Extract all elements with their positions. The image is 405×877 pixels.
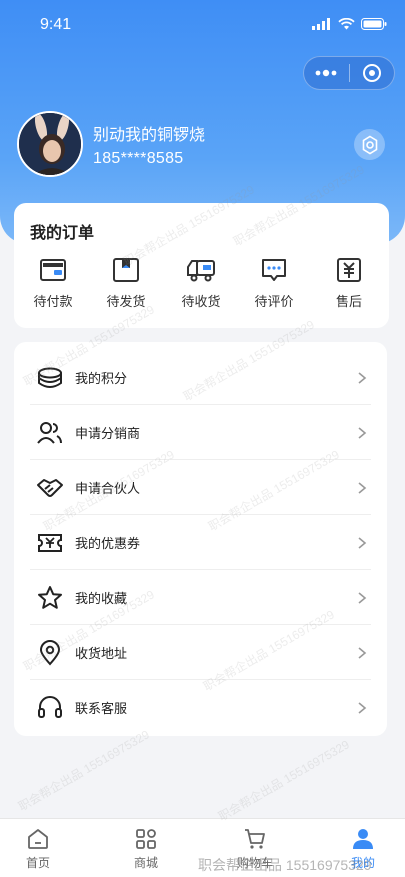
status-bar: 9:41	[0, 0, 405, 52]
tab-cart[interactable]: 购物车	[225, 827, 285, 871]
order-item-label: 待收货	[181, 294, 221, 309]
chevron-right-icon	[358, 371, 367, 384]
order-item-label: 待发货	[106, 294, 146, 309]
orders-card: 我的订单 待付款 待发货 待收货 待评价 售后	[14, 203, 389, 328]
after-sale-icon	[337, 258, 361, 282]
order-pending-receipt[interactable]: 待收货	[171, 257, 231, 310]
star-icon	[36, 584, 64, 612]
comment-icon	[262, 259, 286, 281]
order-after-sale[interactable]: 售后	[319, 257, 379, 310]
menu-item-label: 联系客服	[75, 701, 128, 716]
menu-item-distributor[interactable]: 申请分销商	[14, 405, 387, 460]
wallet-icon	[40, 259, 66, 281]
order-item-label: 售后	[335, 294, 362, 309]
settings-button[interactable]	[354, 129, 385, 160]
menu-item-label: 申请分销商	[75, 426, 141, 441]
order-pending-shipment[interactable]: 待发货	[96, 257, 156, 310]
menu-item-label: 收货地址	[75, 646, 128, 661]
user-icon	[353, 829, 373, 849]
tab-label: 商城	[133, 856, 158, 870]
chevron-right-icon	[358, 646, 367, 659]
tab-mine[interactable]: 我的	[333, 827, 393, 871]
target-close-icon	[362, 64, 381, 82]
tab-label: 我的	[350, 856, 375, 870]
bottom-tab-bar: 首页 商城 购物车 我的	[0, 818, 405, 877]
location-icon	[36, 639, 64, 667]
order-item-label: 待评价	[254, 294, 294, 309]
tab-label: 首页	[25, 856, 50, 870]
settings-gear-icon	[362, 135, 377, 154]
handshake-icon	[36, 474, 64, 502]
order-pending-payment[interactable]: 待付款	[23, 257, 83, 310]
grid-icon	[136, 829, 156, 849]
status-icons	[312, 18, 387, 30]
user-name: 别动我的铜锣烧	[93, 127, 206, 144]
tab-mall[interactable]: 商城	[116, 827, 176, 871]
battery-icon	[361, 18, 387, 30]
chevron-right-icon	[358, 426, 367, 439]
chevron-right-icon	[358, 591, 367, 604]
mini-program-capsule	[303, 56, 395, 90]
orders-title: 我的订单	[30, 225, 95, 242]
menu-item-customer-service[interactable]: 联系客服	[14, 680, 387, 735]
chevron-right-icon	[358, 481, 367, 494]
package-icon	[113, 258, 139, 282]
order-item-label: 待付款	[33, 294, 73, 309]
menu-card: 我的积分 申请分销商 申请合伙人 我的优惠券 我的收藏 收货地址 联系客服	[14, 342, 387, 736]
coins-icon	[36, 364, 64, 392]
more-menu-button[interactable]	[304, 57, 349, 89]
watermark-text: 职会帮企出品 15516975329	[216, 737, 352, 824]
close-mini-program-button[interactable]	[350, 57, 395, 89]
tab-label: 购物车	[236, 856, 273, 870]
truck-icon	[187, 260, 215, 282]
menu-item-address[interactable]: 收货地址	[14, 625, 387, 680]
watermark-text: 职会帮企出品 15516975329	[16, 727, 152, 814]
order-pending-review[interactable]: 待评价	[244, 257, 304, 310]
menu-item-label: 申请合伙人	[75, 481, 141, 496]
menu-item-coupons[interactable]: 我的优惠券	[14, 515, 387, 570]
chevron-right-icon	[358, 536, 367, 549]
menu-item-points[interactable]: 我的积分	[14, 350, 387, 405]
menu-item-favorites[interactable]: 我的收藏	[14, 570, 387, 625]
menu-item-label: 我的收藏	[75, 591, 128, 606]
cart-icon	[245, 829, 265, 849]
user-phone: 185****8585	[93, 150, 184, 167]
more-dots-icon	[315, 69, 337, 77]
wifi-icon	[338, 18, 355, 30]
chevron-right-icon	[358, 701, 367, 714]
menu-item-label: 我的优惠券	[75, 536, 141, 551]
users-icon	[36, 419, 64, 447]
home-icon	[28, 829, 48, 849]
avatar[interactable]	[17, 111, 83, 177]
tab-home[interactable]: 首页	[8, 827, 68, 871]
signal-icon	[312, 18, 330, 30]
status-time: 9:41	[40, 16, 72, 33]
headset-icon	[36, 694, 64, 722]
coupon-icon	[36, 529, 64, 557]
menu-item-partner[interactable]: 申请合伙人	[14, 460, 387, 515]
menu-item-label: 我的积分	[75, 371, 128, 386]
